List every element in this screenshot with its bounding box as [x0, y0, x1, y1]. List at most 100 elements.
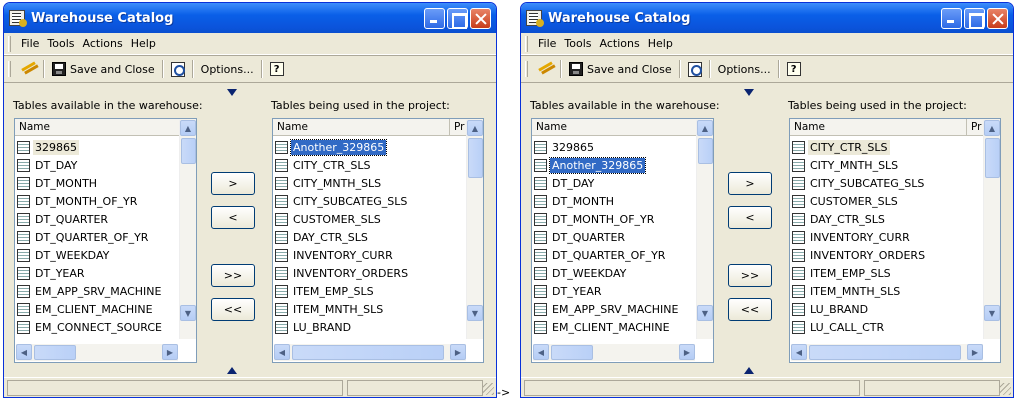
vertical-scrollbar[interactable]: ▲ ▼ — [696, 120, 713, 339]
table-row[interactable]: LU_CATALOG — [792, 336, 978, 339]
horizontal-scrollbar[interactable]: ◀ ▶ — [791, 344, 983, 361]
table-row[interactable]: CUSTOMER_SLS — [275, 210, 461, 228]
table-row[interactable]: INVENTORY_CURR — [275, 246, 461, 264]
menu-file[interactable]: File — [534, 37, 560, 50]
add-all-button[interactable]: >> — [211, 264, 255, 287]
find-button[interactable] — [168, 58, 188, 80]
vertical-scrollbar[interactable]: ▲ ▼ — [466, 120, 483, 339]
table-row[interactable]: LU_BRAND — [792, 300, 978, 318]
save-and-close-button[interactable]: Save and Close — [566, 58, 675, 80]
table-row[interactable]: CITY_SUBCATEG_SLS — [792, 174, 978, 192]
table-row[interactable]: LU_CALL_CTR — [792, 318, 978, 336]
table-row[interactable]: EM_DB_USER — [17, 336, 171, 339]
table-row[interactable]: EM_APP_SRV_MACHINE — [534, 300, 688, 318]
add-table-button[interactable]: > — [728, 172, 772, 195]
table-row[interactable]: INVENTORY_CURR — [792, 228, 978, 246]
table-row[interactable]: DAY_CTR_SLS — [792, 210, 978, 228]
table-row[interactable]: 329865 — [17, 138, 171, 156]
h-scroll-thumb[interactable] — [551, 345, 593, 360]
used-tables-list[interactable]: Name Pr CITY_CTR_SLS CITY_MNTH_SLS CITY_SUB… — [789, 118, 1001, 363]
table-row[interactable]: CUSTOMER_SLS — [792, 192, 978, 210]
table-row[interactable]: LU_BRAND — [275, 318, 461, 336]
close-button[interactable] — [987, 7, 1008, 29]
scroll-right-button[interactable]: ▶ — [162, 344, 178, 360]
horizontal-scrollbar[interactable]: ◀ ▶ — [274, 344, 466, 361]
menu-actions[interactable]: Actions — [79, 37, 127, 50]
scroll-up-button[interactable]: ▲ — [984, 120, 1000, 136]
maximize-button[interactable] — [964, 7, 985, 29]
h-scroll-thumb[interactable] — [292, 345, 444, 360]
add-all-button[interactable]: >> — [728, 264, 772, 287]
table-row[interactable]: CITY_MNTH_SLS — [792, 156, 978, 174]
table-row[interactable]: INVENTORY_ORDERS — [275, 264, 461, 282]
scroll-up-button[interactable]: ▲ — [697, 120, 713, 136]
help-button[interactable]: ? — [267, 58, 287, 80]
table-row[interactable]: DT_YEAR — [17, 264, 171, 282]
table-row[interactable]: EM_CLIENT_MACHINE — [17, 300, 171, 318]
table-row[interactable]: DT_QUARTER_OF_YR — [17, 228, 171, 246]
name-column-header[interactable]: Name — [532, 119, 713, 136]
menu-tools[interactable]: Tools — [560, 37, 595, 50]
remove-all-button[interactable]: << — [728, 298, 772, 321]
table-row[interactable]: ITEM_EMP_SLS — [275, 282, 461, 300]
table-row[interactable]: DT_QUARTER — [17, 210, 171, 228]
h-scroll-thumb[interactable] — [809, 345, 961, 360]
available-tables-list[interactable]: Name 329865 DT_DAY DT_MONTH DT_MONTH_OF_YR D… — [14, 118, 197, 363]
scroll-left-button[interactable]: ◀ — [791, 344, 807, 360]
name-column-header[interactable]: Name — [15, 119, 196, 136]
menu-help[interactable]: Help — [644, 37, 677, 50]
table-row[interactable]: DT_DAY — [17, 156, 171, 174]
maximize-button[interactable] — [447, 7, 468, 29]
table-row[interactable]: Another_329865 — [275, 138, 461, 156]
table-row[interactable]: CITY_CTR_SLS — [792, 138, 978, 156]
menu-help[interactable]: Help — [127, 37, 160, 50]
splitter-down-arrow[interactable] — [744, 89, 754, 96]
table-row[interactable]: LU_CALL_CTR — [275, 336, 461, 339]
splitter-up-arrow[interactable] — [744, 367, 754, 374]
table-row[interactable]: CITY_CTR_SLS — [275, 156, 461, 174]
scroll-right-button[interactable]: ▶ — [450, 344, 466, 360]
vertical-scrollbar[interactable]: ▲ ▼ — [179, 120, 196, 339]
table-row[interactable]: DT_MONTH_OF_YR — [534, 210, 688, 228]
scroll-down-button[interactable]: ▼ — [467, 305, 483, 321]
scroll-thumb[interactable] — [181, 138, 196, 164]
table-row[interactable]: DT_DAY — [534, 174, 688, 192]
horizontal-scrollbar[interactable]: ◀ ▶ — [533, 344, 695, 361]
save-and-close-button[interactable]: Save and Close — [49, 58, 158, 80]
table-row[interactable]: DT_WEEKDAY — [534, 264, 688, 282]
scroll-up-button[interactable]: ▲ — [467, 120, 483, 136]
vertical-scrollbar[interactable]: ▲ ▼ — [983, 120, 1000, 339]
options-button[interactable]: Options... — [198, 58, 257, 80]
scroll-thumb[interactable] — [985, 138, 1000, 178]
table-row[interactable]: DAY_CTR_SLS — [275, 228, 461, 246]
remove-all-button[interactable]: << — [211, 298, 255, 321]
table-row[interactable]: ITEM_MNTH_SLS — [792, 282, 978, 300]
help-button[interactable]: ? — [784, 58, 804, 80]
table-row[interactable]: CITY_SUBCATEG_SLS — [275, 192, 461, 210]
find-button[interactable] — [685, 58, 705, 80]
scroll-thumb[interactable] — [468, 138, 483, 178]
available-tables-list[interactable]: Name 329865 Another_329865 DT_DAY DT_MONTH D… — [531, 118, 714, 363]
table-row[interactable]: DT_QUARTER_OF_YR — [534, 246, 688, 264]
resize-grip[interactable] — [482, 383, 494, 395]
scroll-left-button[interactable]: ◀ — [16, 344, 32, 360]
table-row[interactable]: DT_MONTH — [17, 174, 171, 192]
pr-column-header[interactable]: Pr — [449, 119, 464, 135]
scroll-left-button[interactable]: ◀ — [274, 344, 290, 360]
menu-tools[interactable]: Tools — [43, 37, 78, 50]
minimize-button[interactable] — [424, 7, 445, 29]
table-row[interactable]: DT_WEEKDAY — [17, 246, 171, 264]
table-row[interactable]: INVENTORY_ORDERS — [792, 246, 978, 264]
close-button[interactable] — [470, 7, 491, 29]
table-row[interactable]: EM_CLIENT_MACHINE — [534, 318, 688, 336]
horizontal-scrollbar[interactable]: ◀ ▶ — [16, 344, 178, 361]
used-tables-list[interactable]: Name Pr Another_329865 CITY_CTR_SLS CITY_MN… — [272, 118, 484, 363]
options-button[interactable]: Options... — [715, 58, 774, 80]
table-row[interactable]: EM_CONNECT_SOURCE — [17, 318, 171, 336]
table-row[interactable]: ITEM_MNTH_SLS — [275, 300, 461, 318]
scroll-left-button[interactable]: ◀ — [533, 344, 549, 360]
scroll-right-button[interactable]: ▶ — [679, 344, 695, 360]
read-catalog-button[interactable] — [17, 58, 39, 80]
title-bar[interactable]: Warehouse Catalog — [521, 3, 1013, 33]
add-table-button[interactable]: > — [211, 172, 255, 195]
